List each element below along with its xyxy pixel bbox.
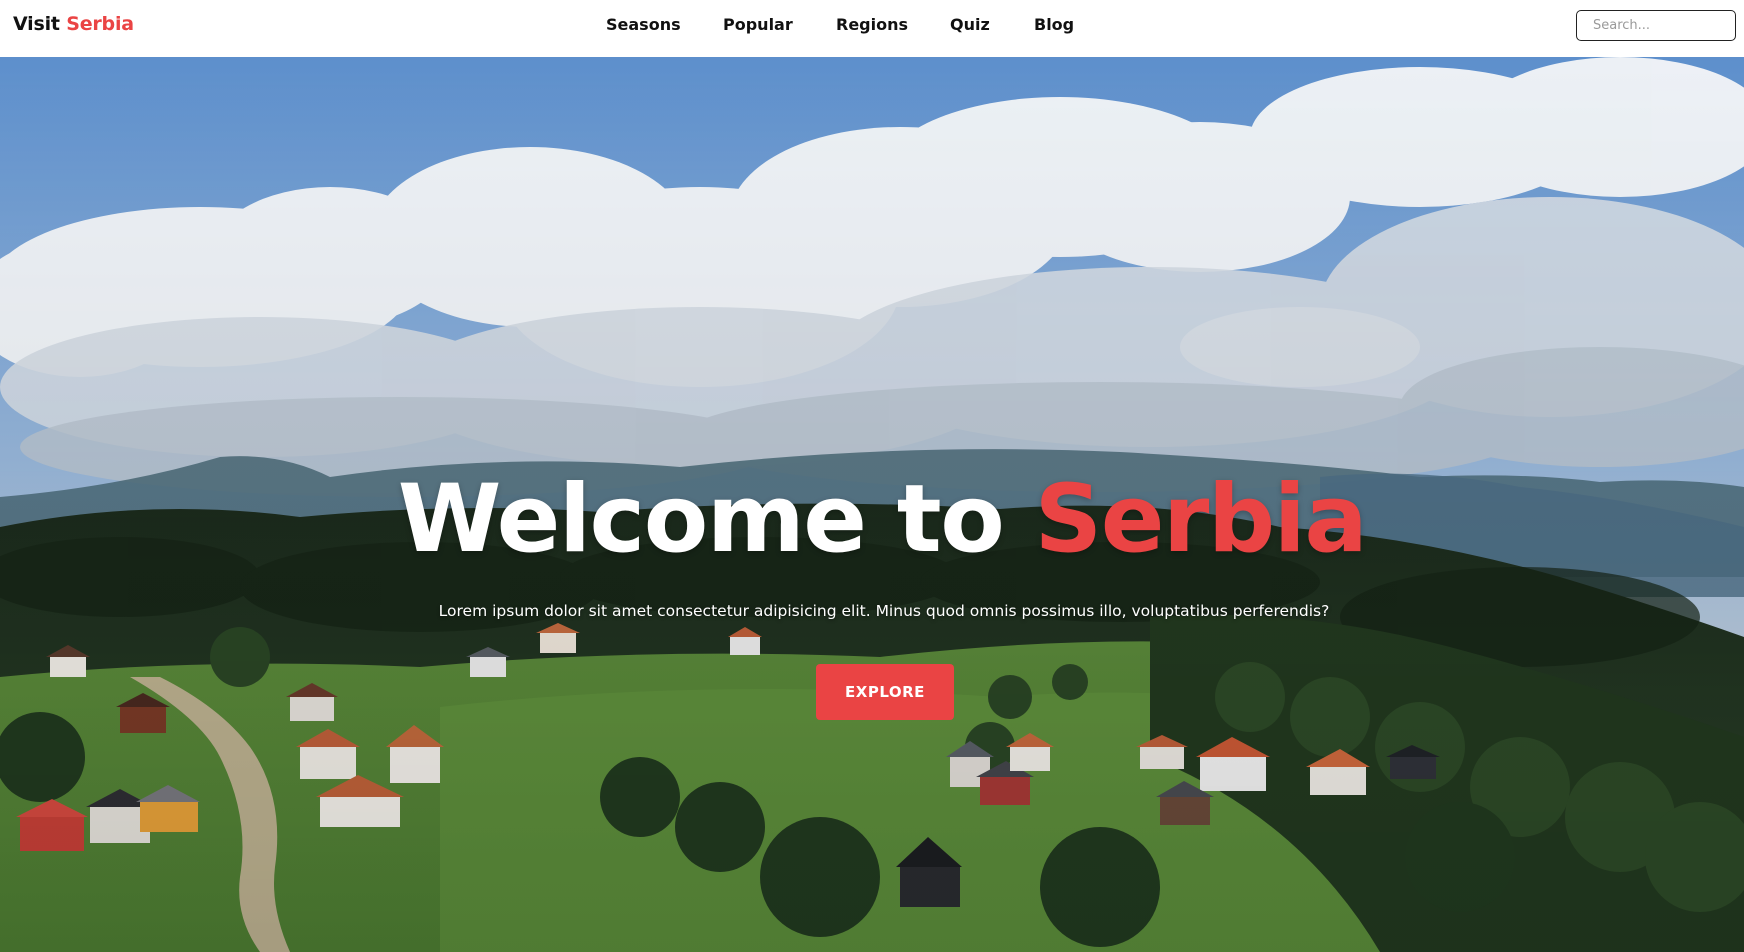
brand-prefix: Visit	[13, 13, 60, 35]
nav-link-blog[interactable]: Blog	[1034, 15, 1074, 34]
nav-link-seasons[interactable]: Seasons	[606, 15, 681, 34]
hero-subtitle: Lorem ipsum dolor sit amet consectetur a…	[438, 602, 1330, 620]
top-navbar: Visit Serbia Seasons Popular Regions Qui…	[0, 0, 1744, 57]
nav-link-popular[interactable]: Popular	[723, 15, 793, 34]
nav-link-regions[interactable]: Regions	[836, 15, 908, 34]
search-input[interactable]	[1576, 10, 1736, 41]
hero-title-prefix: Welcome to	[397, 465, 1005, 574]
nav-link-quiz[interactable]: Quiz	[950, 15, 990, 34]
hero-title: Welcome to Serbia	[0, 465, 1744, 574]
brand-name: Serbia	[66, 13, 134, 35]
hero-section: Welcome to Serbia Lorem ipsum dolor sit …	[0, 57, 1744, 952]
hero-title-accent: Serbia	[1034, 465, 1368, 574]
explore-button[interactable]: EXPLORE	[816, 664, 954, 720]
brand-logo[interactable]: Visit Serbia	[13, 13, 134, 35]
